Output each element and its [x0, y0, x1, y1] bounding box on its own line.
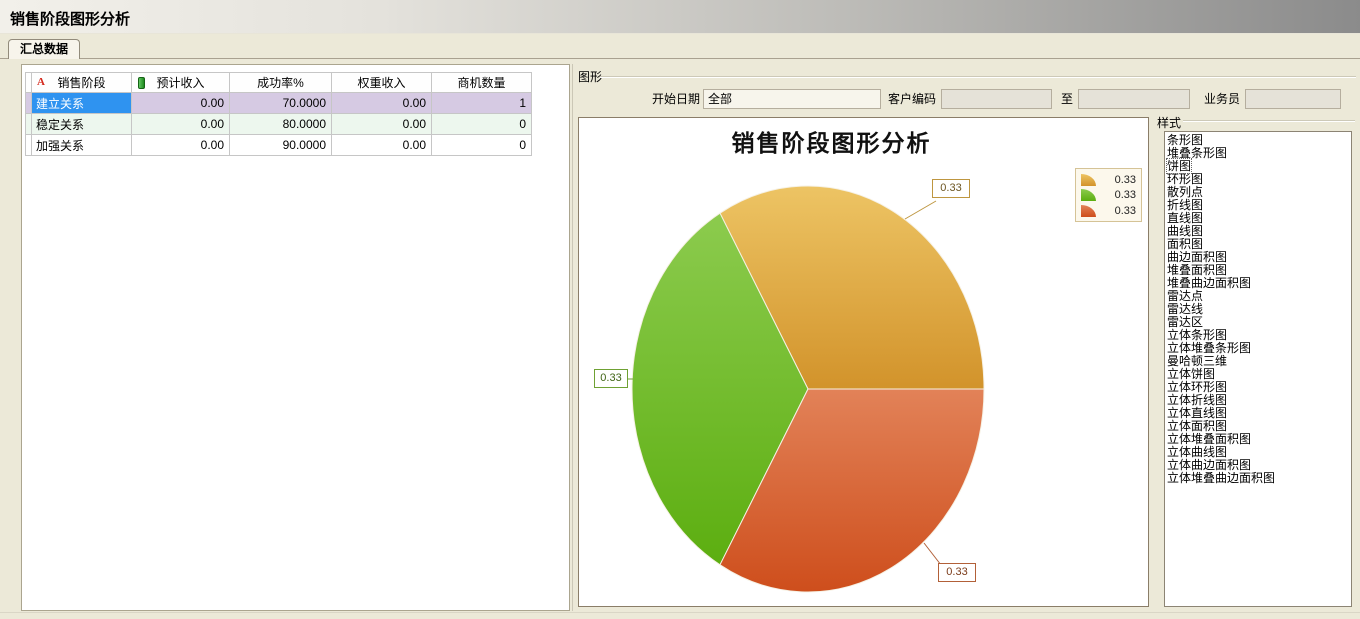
- table-cell[interactable]: 0.00: [332, 135, 432, 156]
- window-titlebar: 销售阶段图形分析: [0, 0, 1360, 34]
- text-field-icon: A: [37, 76, 45, 88]
- style-list-item[interactable]: 立体堆叠曲边面积图: [1165, 472, 1351, 485]
- legend-entry: 0.33: [1081, 173, 1136, 186]
- column-header-count[interactable]: 商机数量: [432, 73, 532, 93]
- table-cell[interactable]: 0.00: [332, 114, 432, 135]
- customer-code-input[interactable]: [941, 89, 1052, 109]
- start-date-input[interactable]: 全部: [703, 89, 881, 109]
- callout-line: [924, 543, 941, 565]
- legend-entry: 0.33: [1081, 204, 1136, 217]
- table-cell[interactable]: 0: [432, 114, 532, 135]
- legend-label: 0.33: [1096, 205, 1136, 217]
- pie-label-top: 0.33: [932, 179, 970, 198]
- table-cell[interactable]: 70.0000: [230, 93, 332, 114]
- table-row[interactable]: 建立关系0.0070.00000.001: [26, 93, 532, 114]
- numeric-field-icon: [138, 77, 145, 89]
- bottom-strip: [0, 612, 1360, 619]
- table-cell[interactable]: 1: [432, 93, 532, 114]
- column-header-success[interactable]: 成功率%: [230, 73, 332, 93]
- to-label: 至: [1055, 89, 1073, 109]
- table-cell[interactable]: 0.00: [132, 135, 230, 156]
- column-header-stage[interactable]: A 销售阶段: [32, 73, 132, 93]
- style-group-label: 样式: [1157, 114, 1181, 131]
- customer-code-to-input[interactable]: [1078, 89, 1190, 109]
- legend-swatch-icon: [1081, 205, 1096, 217]
- pie-chart: [579, 118, 1148, 606]
- chart-style-listbox[interactable]: 条形图堆叠条形图饼图环形图散列点折线图直线图曲线图面积图曲边面积图堆叠面积图堆叠…: [1164, 131, 1352, 607]
- graph-group-line: [600, 76, 1356, 78]
- table-cell[interactable]: 80.0000: [230, 114, 332, 135]
- table-row[interactable]: 稳定关系0.0080.00000.000: [26, 114, 532, 135]
- chart-area: 销售阶段图形分析 0.330.330.33 0.33 0.33 0.33: [578, 117, 1149, 607]
- column-header-expected[interactable]: 预计收入: [132, 73, 230, 93]
- legend-swatch-icon: [1081, 174, 1096, 186]
- pie-label-left: 0.33: [594, 369, 628, 388]
- legend-entry: 0.33: [1081, 189, 1136, 202]
- sales-stage-table: A 销售阶段 预计收入 成功率% 权重收入 商机数量 建立关系0.0070.00…: [25, 72, 532, 156]
- customer-code-label: 客户编码: [884, 89, 936, 109]
- style-group-line: [1183, 120, 1355, 122]
- table-header-row: A 销售阶段 预计收入 成功率% 权重收入 商机数量: [26, 73, 532, 93]
- start-date-label: 开始日期: [646, 89, 700, 109]
- graph-group-label: 图形: [578, 68, 602, 85]
- tab-bar: 汇总数据: [0, 34, 1360, 59]
- table-cell[interactable]: 加强关系: [32, 135, 132, 156]
- table-row[interactable]: 加强关系0.0090.00000.000: [26, 135, 532, 156]
- table-cell[interactable]: 0.00: [332, 93, 432, 114]
- column-header-weighted[interactable]: 权重收入: [332, 73, 432, 93]
- table-cell[interactable]: 0: [432, 135, 532, 156]
- style-list-item[interactable]: 堆叠条形图: [1165, 147, 1351, 160]
- summary-table-panel: A 销售阶段 预计收入 成功率% 权重收入 商机数量 建立关系0.0070.00…: [21, 64, 570, 611]
- table-cell[interactable]: 0.00: [132, 114, 230, 135]
- app-window: 销售阶段图形分析 汇总数据 A 销售阶段 预计收入: [0, 0, 1360, 619]
- salesperson-input[interactable]: [1245, 89, 1341, 109]
- pie-label-bottom: 0.33: [938, 563, 976, 582]
- legend-swatch-icon: [1081, 189, 1096, 201]
- legend-label: 0.33: [1096, 174, 1136, 186]
- legend-label: 0.33: [1096, 189, 1136, 201]
- table-cell[interactable]: 0.00: [132, 93, 230, 114]
- panel-splitter: [572, 64, 573, 611]
- tab-summary-data[interactable]: 汇总数据: [8, 39, 80, 59]
- table-cell[interactable]: 90.0000: [230, 135, 332, 156]
- callout-line: [905, 201, 936, 219]
- table-cell[interactable]: 稳定关系: [32, 114, 132, 135]
- salesperson-label: 业务员: [1200, 89, 1240, 109]
- chart-legend: 0.33 0.33 0.33: [1075, 168, 1142, 222]
- page-title: 销售阶段图形分析: [10, 8, 130, 29]
- table-cell[interactable]: 建立关系: [32, 93, 132, 114]
